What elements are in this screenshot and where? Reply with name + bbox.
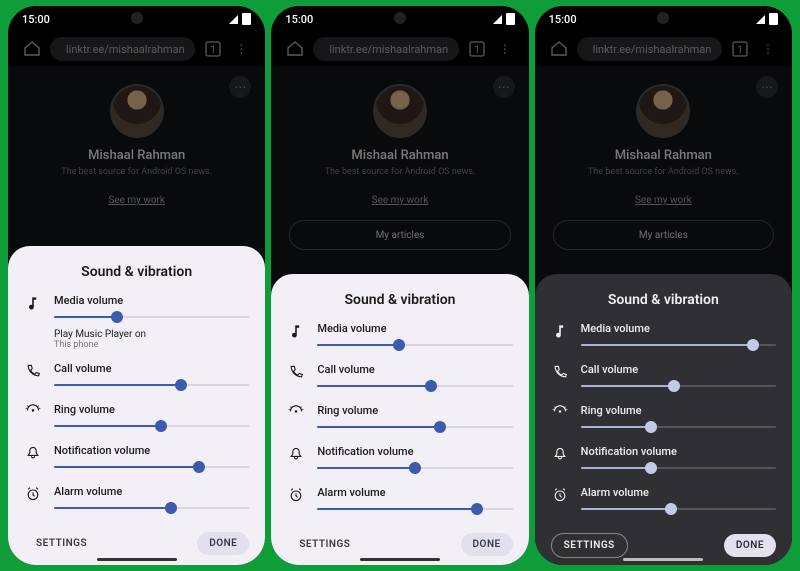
alarm-volume-slider[interactable] xyxy=(54,502,249,514)
camera-notch xyxy=(394,12,406,24)
music-icon xyxy=(551,322,569,340)
alarm-volume-row: Alarm volume xyxy=(551,486,776,515)
phone-icon xyxy=(551,363,569,381)
notification-volume-label: Notification volume xyxy=(317,445,512,458)
ring-volume-label: Ring volume xyxy=(54,403,249,416)
notification-volume-slider[interactable] xyxy=(54,461,249,473)
status-time: 15:00 xyxy=(285,13,313,26)
bell-icon xyxy=(551,445,569,463)
call-volume-row: Call volume xyxy=(551,363,776,392)
settings-button[interactable]: SETTINGS xyxy=(287,533,362,556)
call-volume-row: Call volume xyxy=(287,363,512,392)
done-button[interactable]: DONE xyxy=(461,533,513,556)
sound-vibration-panel: Sound & vibration Media volume Play Musi… xyxy=(8,246,265,565)
alarm-volume-row: Alarm volume xyxy=(287,486,512,515)
media-volume-row: Media volume xyxy=(551,322,776,351)
nav-handle[interactable] xyxy=(360,558,440,561)
music-icon xyxy=(287,322,305,340)
battery-icon xyxy=(242,13,251,25)
call-volume-row: Call volume xyxy=(24,362,249,391)
call-volume-label: Call volume xyxy=(317,363,512,376)
phone-mock-2: 15:00 linktr.ee/mishaalrahman ⋮ ⋯ Mishaa… xyxy=(271,6,528,565)
panel-title: Sound & vibration xyxy=(287,292,512,308)
call-volume-slider[interactable] xyxy=(581,380,776,392)
nav-handle[interactable] xyxy=(97,558,177,561)
notification-volume-label: Notification volume xyxy=(54,444,249,457)
call-volume-slider[interactable] xyxy=(317,380,512,392)
panel-title: Sound & vibration xyxy=(24,264,249,280)
status-time: 15:00 xyxy=(549,13,577,26)
phone-icon xyxy=(24,362,42,380)
ring-volume-slider[interactable] xyxy=(317,421,512,433)
media-output-info: Play Music Player on This phone xyxy=(54,329,249,350)
call-volume-slider[interactable] xyxy=(54,379,249,391)
media-volume-slider[interactable] xyxy=(54,311,249,323)
media-volume-label: Media volume xyxy=(581,322,776,335)
alarm-volume-slider[interactable] xyxy=(581,503,776,515)
sound-vibration-panel: Sound & vibration Media volume Call volu… xyxy=(271,274,528,565)
ring-volume-label: Ring volume xyxy=(581,404,776,417)
notification-volume-row: Notification volume xyxy=(287,445,512,474)
status-time: 15:00 xyxy=(22,13,50,26)
alarm-icon xyxy=(24,485,42,503)
alarm-icon xyxy=(551,486,569,504)
phone-icon xyxy=(287,363,305,381)
signal-icon xyxy=(493,15,502,24)
alarm-volume-label: Alarm volume xyxy=(317,486,512,499)
bell-icon xyxy=(287,445,305,463)
bell-icon xyxy=(24,444,42,462)
media-volume-label: Media volume xyxy=(317,322,512,335)
media-volume-slider[interactable] xyxy=(317,339,512,351)
notification-volume-label: Notification volume xyxy=(581,445,776,458)
ring-icon xyxy=(287,404,305,422)
ring-volume-slider[interactable] xyxy=(54,420,249,432)
ring-volume-row: Ring volume xyxy=(287,404,512,433)
alarm-volume-row: Alarm volume xyxy=(24,485,249,514)
ring-icon xyxy=(24,403,42,421)
nav-handle[interactable] xyxy=(623,558,703,561)
media-volume-label: Media volume xyxy=(54,294,249,307)
alarm-volume-label: Alarm volume xyxy=(54,485,249,498)
signal-icon xyxy=(229,15,238,24)
camera-notch xyxy=(131,12,143,24)
panel-title: Sound & vibration xyxy=(551,292,776,308)
notification-volume-row: Notification volume xyxy=(24,444,249,473)
ring-volume-slider[interactable] xyxy=(581,421,776,433)
sound-vibration-panel: Sound & vibration Media volume Call volu… xyxy=(535,274,792,565)
alarm-icon xyxy=(287,486,305,504)
notification-volume-slider[interactable] xyxy=(581,462,776,474)
signal-icon xyxy=(756,15,765,24)
phone-mock-3: 15:00 linktr.ee/mishaalrahman ⋮ ⋯ Mishaa… xyxy=(535,6,792,565)
alarm-volume-slider[interactable] xyxy=(317,503,512,515)
ring-volume-row: Ring volume xyxy=(24,403,249,432)
ring-volume-label: Ring volume xyxy=(317,404,512,417)
notification-volume-slider[interactable] xyxy=(317,462,512,474)
battery-icon xyxy=(769,13,778,25)
call-volume-label: Call volume xyxy=(581,363,776,376)
media-volume-row: Media volume Play Music Player on This p… xyxy=(24,294,249,350)
media-volume-row: Media volume xyxy=(287,322,512,351)
ring-volume-row: Ring volume xyxy=(551,404,776,433)
done-button[interactable]: DONE xyxy=(724,534,776,557)
ring-icon xyxy=(551,404,569,422)
camera-notch xyxy=(657,12,669,24)
settings-button[interactable]: SETTINGS xyxy=(24,532,99,555)
alarm-volume-label: Alarm volume xyxy=(581,486,776,499)
music-icon xyxy=(24,294,42,312)
notification-volume-row: Notification volume xyxy=(551,445,776,474)
media-volume-slider[interactable] xyxy=(581,339,776,351)
battery-icon xyxy=(506,13,515,25)
phone-mock-1: 15:00 linktr.ee/mishaalrahman ⋮ ⋯ Mishaa… xyxy=(8,6,265,565)
call-volume-label: Call volume xyxy=(54,362,249,375)
done-button[interactable]: DONE xyxy=(197,532,249,555)
settings-button[interactable]: SETTINGS xyxy=(551,533,628,558)
